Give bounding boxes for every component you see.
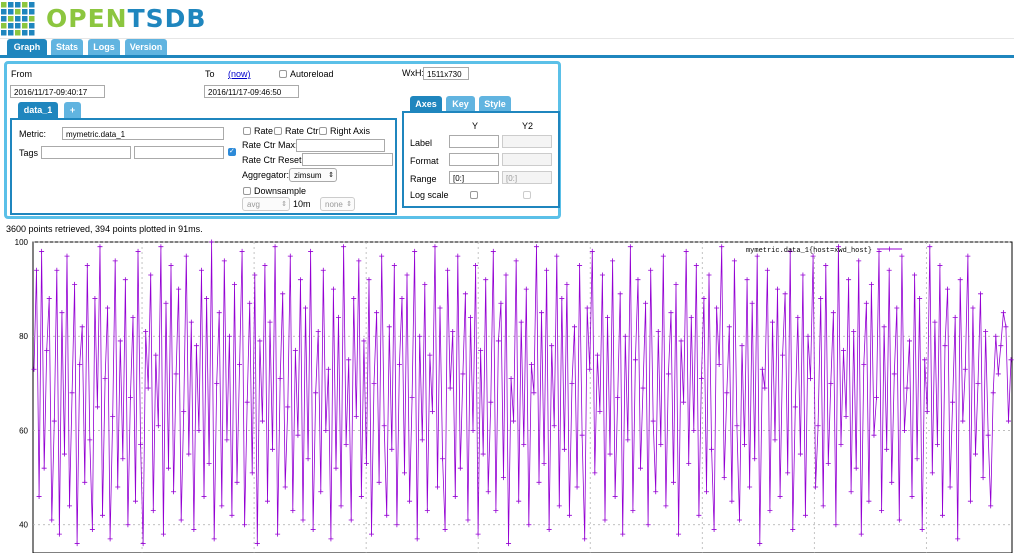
y2-logscale-checkbox[interactable] [523,191,531,199]
legend-label: mymetric.data_1{host=xwd_host} [746,247,872,255]
now-link[interactable]: (now) [228,69,251,79]
logo-grid-cell [1,30,7,36]
tab-version[interactable]: Version [125,39,167,56]
tab-stats[interactable]: Stats [51,39,83,56]
graph-area: 40 60 80 100 mymetric.data_1{host=xwd_host} [0,237,1014,553]
logo-grid-cell [22,23,28,29]
chevron-updown-icon: ⇕ [346,201,352,208]
axis-y2-header: Y2 [522,121,534,131]
y-logscale-checkbox[interactable] [470,191,478,199]
tab-style[interactable]: Style [479,96,511,112]
tab-logs[interactable]: Logs [88,39,120,56]
tab-key[interactable]: Key [446,96,475,112]
downsample-fill-select[interactable]: none ⇕ [320,197,355,211]
chevron-updown-icon: ⇕ [328,172,334,179]
logo-grid-cell [15,30,21,36]
rate-ctr-max-input[interactable] [296,139,385,152]
from-input[interactable]: 2016/11/17-09:40:17 [10,85,105,98]
rate-ctr-reset-label: Rate Ctr Reset: [242,155,305,165]
to-label: To [205,69,215,79]
y-label-input[interactable] [449,135,499,148]
tag-key-input[interactable] [41,146,131,159]
y2-format-input[interactable] [502,153,552,166]
logo-grid-cell [1,9,7,15]
logo-grid-icon [1,2,35,36]
rate-ctr-max-label: Rate Ctr Max: [242,140,298,150]
y2-label-input[interactable] [502,135,552,148]
y2-range-input[interactable]: [0:] [502,171,552,184]
logo-grid-cell [1,23,7,29]
downsample-func-select[interactable]: avg ⇕ [242,197,290,211]
downsample-label: Downsample [254,186,307,196]
logo-grid-cell [22,2,28,8]
downsample-interval-label: 10m [293,199,311,209]
rate-label: Rate [254,126,274,136]
tab-bar-underline [0,55,1014,58]
logo-text: OPENTSDB [46,4,207,33]
axis-label-row: Label [410,138,433,148]
rate-ctr-checkbox[interactable] [274,127,282,135]
logo-grid-cell [29,2,35,8]
y-format-input[interactable] [449,153,499,166]
rate-ctr-reset-input[interactable] [302,153,393,166]
y-tick-label: 40 [19,521,28,530]
axis-format-row: Format [410,156,439,166]
logo-grid-cell [15,16,21,22]
logo-grid-cell [22,9,28,15]
downsample-checkbox[interactable] [243,187,251,195]
y-range-input[interactable]: [0:] [449,171,499,184]
right-axis-label: Right Axis [330,126,371,136]
logo-grid-cell [1,16,7,22]
tag-value-input[interactable] [134,146,224,159]
y-tick-label: 80 [19,332,28,341]
logo-grid-cell [8,30,14,36]
right-axis-checkbox[interactable] [319,127,327,135]
logo-grid-cell [8,23,14,29]
y-tick-label: 100 [15,238,29,247]
metric-label: Metric: [19,129,46,139]
opentsdb-logo: OPENTSDB [0,0,260,38]
autoreload-checkbox[interactable] [279,70,287,78]
status-text: 3600 points retrieved, 394 points plotte… [6,224,203,234]
logo-grid-cell [22,16,28,22]
metric-tab-data-1[interactable]: data_1 [18,102,58,118]
logo-grid-cell [15,2,21,8]
logo-grid-cell [29,23,35,29]
logo-grid-cell [1,2,7,8]
tab-axes[interactable]: Axes [410,96,442,112]
autoreload-label: Autoreload [290,69,334,79]
timeseries-chart: 40 60 80 100 mymetric.data_1{host=xwd_host} [15,238,1014,553]
axis-y-header: Y [472,121,479,131]
from-label: From [11,69,32,79]
logo-grid-cell [8,2,14,8]
rate-checkbox[interactable] [243,127,251,135]
wxh-input[interactable]: 1511x730 [423,67,469,80]
logo-grid-cell [29,30,35,36]
axis-range-row: Range [410,174,437,184]
add-metric-tab[interactable]: + [64,102,81,118]
wxh-label: WxH: [402,68,424,78]
logo-grid-cell [29,16,35,22]
logo-grid-cell [8,9,14,15]
tags-label: Tags [19,148,39,158]
chevron-updown-icon: ⇕ [281,201,287,208]
tab-graph[interactable]: Graph [7,39,47,56]
tag-group-checkbox[interactable] [228,147,236,156]
aggregator-select[interactable]: zimsum ⇕ [289,168,337,182]
metric-input[interactable]: mymetric.data_1 [62,127,224,140]
aggregator-label: Aggregator: [242,170,290,180]
logo-grid-cell [8,16,14,22]
y-tick-label: 60 [19,426,28,435]
logo-grid-cell [15,23,21,29]
axis-logscale-row: Log scale [410,190,449,200]
logo-grid-cell [29,9,35,15]
rate-ctr-label: Rate Ctr [285,126,319,136]
logo-grid-cell [15,9,21,15]
to-input[interactable]: 2016/11/17-09:46:50 [204,85,299,98]
logo-grid-cell [22,30,28,36]
